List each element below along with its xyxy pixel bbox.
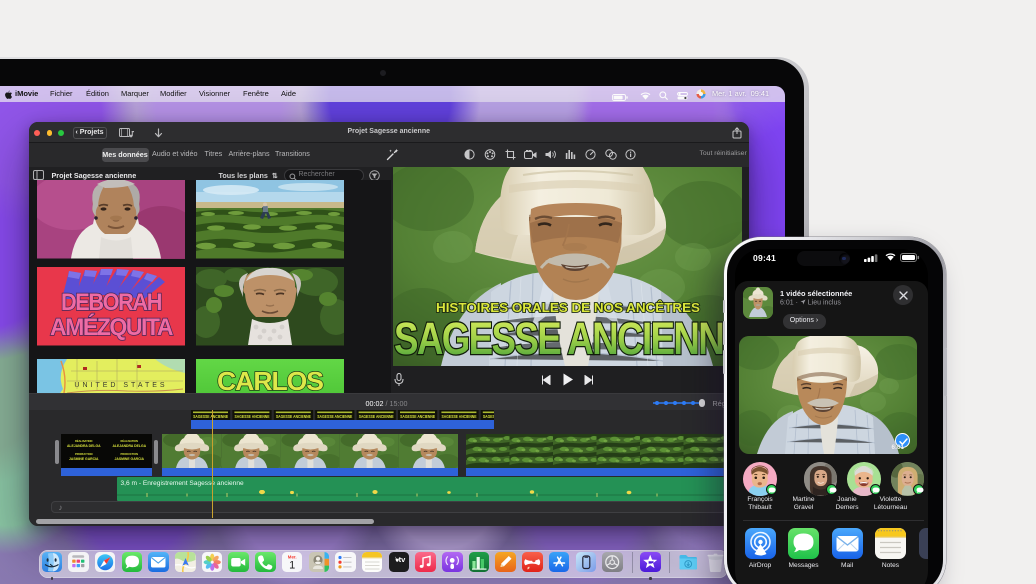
svg-text:AMÉZQUITA: AMÉZQUITA bbox=[50, 313, 173, 341]
svg-text:JASMINE GARCIA: JASMINE GARCIA bbox=[69, 457, 99, 461]
svg-text:1: 1 bbox=[289, 559, 295, 571]
svg-text:ALEJANDRA DELGA: ALEJANDRA DELGA bbox=[67, 444, 101, 448]
svg-text:DEBORAH: DEBORAH bbox=[61, 289, 161, 316]
svg-text:SAGESSE ANCIENNE: SAGESSE ANCIENNE bbox=[394, 313, 742, 364]
svg-text:PRODUCTION: PRODUCTION bbox=[75, 452, 93, 456]
svg-text:SAGESSE ANCIENNE: SAGESSE ANCIENNE bbox=[193, 414, 228, 419]
svg-text:tv: tv bbox=[398, 555, 405, 564]
svg-text:UNITED STATES: UNITED STATES bbox=[74, 382, 167, 389]
